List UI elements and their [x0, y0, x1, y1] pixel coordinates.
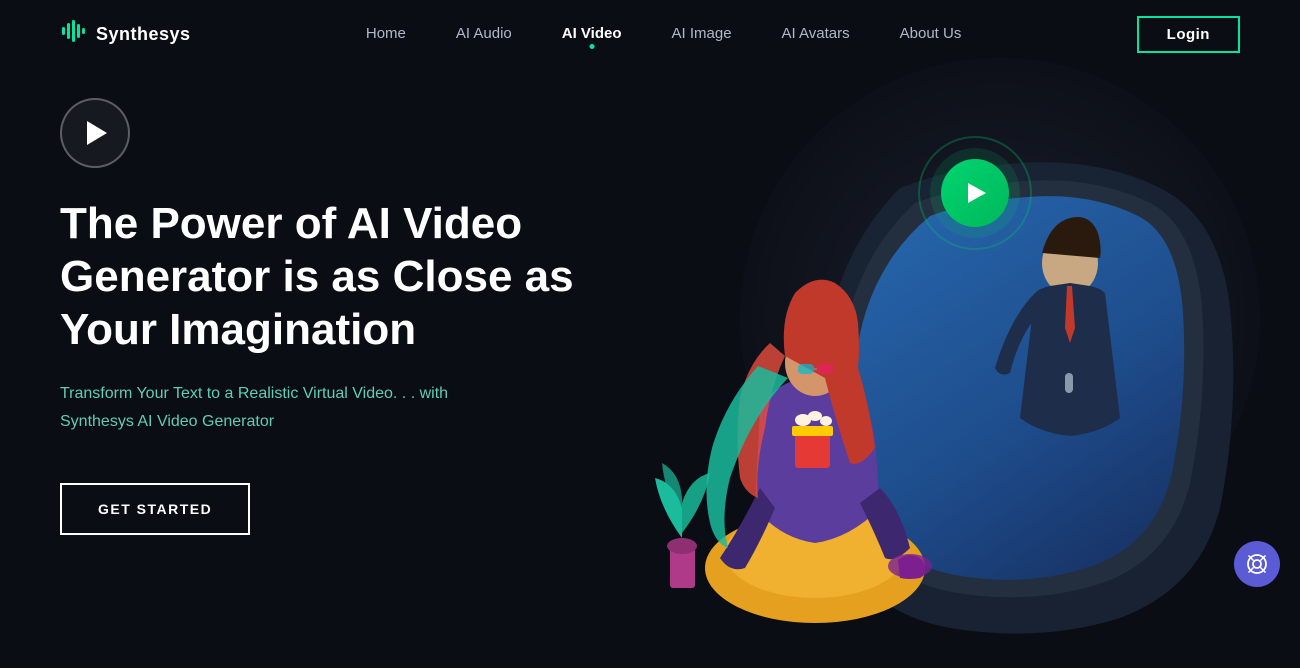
- logo-text: Synthesys: [96, 24, 191, 45]
- help-button[interactable]: [1234, 541, 1280, 587]
- logo[interactable]: Synthesys: [60, 17, 191, 51]
- nav-link-ai-audio[interactable]: AI Audio: [456, 25, 512, 42]
- hero-left: The Power of AI Video Generator is as Cl…: [60, 88, 640, 535]
- logo-icon: [60, 17, 88, 51]
- navbar: Synthesys Home AI Audio AI Video AI Imag…: [0, 0, 1300, 68]
- nav-item-ai-image[interactable]: AI Image: [672, 25, 732, 43]
- hero-title: The Power of AI Video Generator is as Cl…: [60, 198, 580, 356]
- play-icon-small: [87, 121, 107, 145]
- nav-item-ai-audio[interactable]: AI Audio: [456, 25, 512, 43]
- play-button-small[interactable]: [60, 98, 130, 168]
- nav-link-about-us[interactable]: About Us: [900, 25, 962, 42]
- nav-links: Home AI Audio AI Video AI Image AI Avata…: [366, 25, 961, 43]
- play-button-large[interactable]: [930, 148, 1020, 238]
- get-started-button[interactable]: GET STARTED: [60, 483, 250, 535]
- hero-subtitle: Transform Your Text to a Realistic Virtu…: [60, 380, 480, 434]
- life-ring-icon: [1246, 553, 1268, 575]
- play-button-inner: [941, 159, 1009, 227]
- hero-right: [640, 88, 1240, 637]
- login-button[interactable]: Login: [1137, 16, 1240, 53]
- nav-link-ai-video[interactable]: AI Video: [562, 25, 622, 42]
- nav-link-home[interactable]: Home: [366, 25, 406, 42]
- play-button-outer-ring: [930, 148, 1020, 238]
- nav-item-ai-avatars[interactable]: AI Avatars: [782, 25, 850, 43]
- nav-link-ai-image[interactable]: AI Image: [672, 25, 732, 42]
- nav-item-about-us[interactable]: About Us: [900, 25, 962, 43]
- hero-section: The Power of AI Video Generator is as Cl…: [0, 68, 1300, 637]
- nav-item-home[interactable]: Home: [366, 25, 406, 43]
- nav-link-ai-avatars[interactable]: AI Avatars: [782, 25, 850, 42]
- nav-item-ai-video[interactable]: AI Video: [562, 25, 622, 43]
- play-icon-large: [968, 183, 986, 203]
